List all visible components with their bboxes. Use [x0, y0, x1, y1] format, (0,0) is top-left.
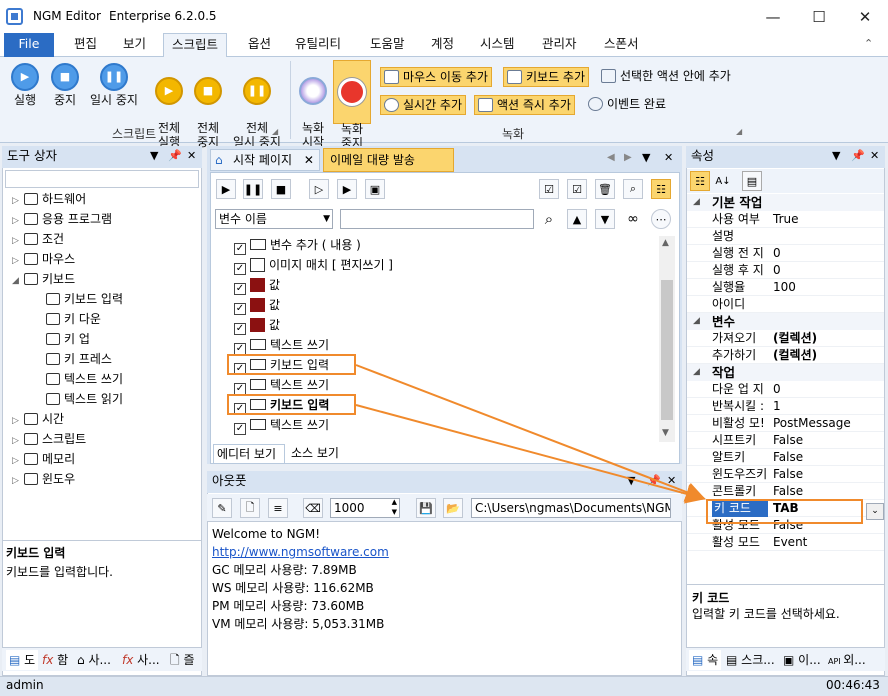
- status-bar: [0, 676, 888, 696]
- status-user: admin: [6, 678, 44, 692]
- arrow-line-2: [355, 404, 706, 504]
- arrow-line-1: [355, 364, 706, 502]
- annotation-arrows: [355, 364, 706, 504]
- status-time: 00:46:43: [826, 678, 880, 692]
